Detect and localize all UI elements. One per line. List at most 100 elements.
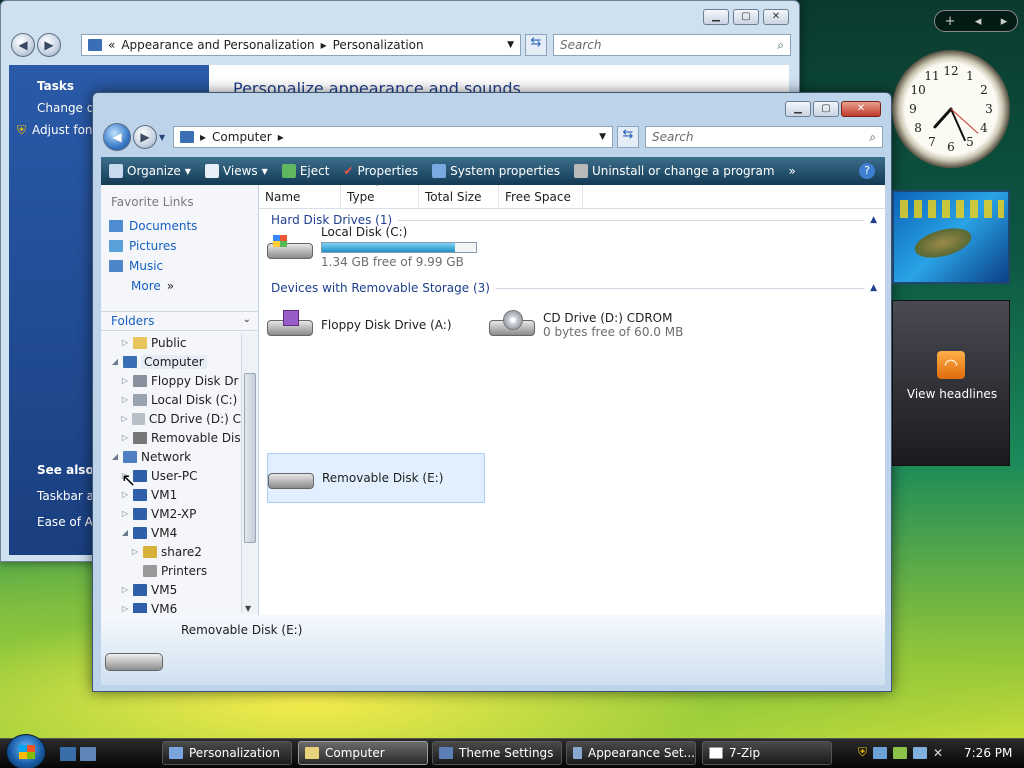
views-button[interactable]: Views ▼ [204,164,268,178]
next-icon[interactable]: ▸ [1001,14,1008,29]
expand-arrow-icon[interactable]: ▷ [121,604,129,613]
previous-icon[interactable]: ◂ [975,14,982,29]
expand-arrow-icon[interactable]: ▷ [121,414,128,423]
add-gadget-icon[interactable]: + [945,14,956,29]
switch-windows-icon[interactable] [80,747,96,761]
search-input[interactable]: Search ⌕ [553,34,791,56]
expand-arrow-icon[interactable]: ▷ [121,509,129,518]
tree-item[interactable]: ▷ share2 [101,542,241,561]
tree-item[interactable]: ▷ CD Drive (D:) C [101,409,241,428]
more-links-button[interactable]: More » [101,273,258,293]
network-tray-icon[interactable] [873,746,888,759]
drive-item-local-disk[interactable]: Local Disk (C:) 1.34 GB free of 9.99 GB [267,225,487,275]
address-segment[interactable]: Personalization [333,38,424,52]
expand-arrow-icon[interactable]: ▷ [121,376,129,385]
eject-button[interactable]: Eject [281,164,329,178]
tree-item[interactable]: ▷ Floppy Disk Dr [101,371,241,390]
address-segment[interactable]: Appearance and Personalization [121,38,314,52]
slideshow-gadget[interactable] [892,190,1010,284]
column-header-total-size[interactable]: Total Size [419,184,499,209]
address-bar[interactable]: ▸ Computer ▸ ▼ [173,126,613,148]
tree-item[interactable]: ▷ VM6 [101,599,241,613]
close-button[interactable]: ✕ [841,101,881,117]
column-header-name[interactable]: Name [259,184,341,209]
forward-button[interactable]: ▶ [133,125,157,149]
taskbar-clock[interactable]: 7:26 PM [964,746,1012,760]
drive-item-floppy[interactable]: Floppy Disk Drive (A:) [267,303,487,347]
tray-icon[interactable] [893,746,908,759]
chevron-down-icon[interactable]: ▼ [507,40,514,50]
refresh-icon[interactable]: ⇆ [617,126,639,148]
help-icon[interactable]: ? [859,163,875,179]
search-input[interactable]: Search ⌕ [645,126,883,148]
taskbar-button-appearance[interactable]: Appearance Set... [566,741,696,765]
collapse-icon[interactable]: ▲ [870,283,877,293]
start-button[interactable] [6,734,46,768]
expand-arrow-icon[interactable]: ▷ [121,490,129,499]
expand-arrow-icon[interactable]: ▷ [131,547,139,556]
folders-header[interactable]: Folders ⌄ [101,311,259,331]
tree-item[interactable]: ▷ Public [101,333,241,352]
drive-item-removable-selected[interactable]: Removable Disk (E:) [267,453,485,503]
taskbar-button-7zip[interactable]: 7-Zip [702,741,832,765]
taskbar-button-theme-settings[interactable]: Theme Settings [432,741,562,765]
shield-icon[interactable]: ⛨ [858,745,867,760]
recent-pages-icon[interactable]: ▼ [159,133,165,142]
back-button[interactable]: ◀ [11,33,35,57]
expand-arrow-icon[interactable]: ▷ [121,585,129,594]
clock-gadget[interactable]: 12 1 2 3 4 5 6 7 8 9 10 11 [892,50,1010,168]
drive-item-cdrom[interactable]: CD Drive (D:) CDROM 0 bytes free of 60.0 … [489,303,729,347]
group-header-removable[interactable]: Devices with Removable Storage (3) ▲ [271,281,877,295]
tree-item[interactable]: ▷ VM5 [101,580,241,599]
taskbar-button-personalization[interactable]: Personalization [162,741,292,765]
uninstall-button[interactable]: Uninstall or change a program [573,164,775,178]
collapse-arrow-icon[interactable]: ◢ [111,357,119,366]
organize-button[interactable]: Organize ▼ [109,164,191,178]
close-button[interactable]: ✕ [763,9,789,25]
display-tray-icon[interactable] [913,746,928,759]
collapse-arrow-icon[interactable]: ◢ [111,452,119,461]
search-icon[interactable]: ⌕ [777,38,784,53]
collapse-arrow-icon[interactable]: ◢ [121,528,129,537]
minimize-button[interactable]: ▁ [703,9,729,25]
properties-button[interactable]: ✔ Properties [343,164,418,178]
tree-item[interactable]: ◢ VM4 [101,523,241,542]
computer-window[interactable]: ▁ ▢ ✕ ◀ ▶ ▼ ▸ Computer ▸ ▼ ⇆ Search ⌕ Or… [92,92,892,692]
scrollbar-thumb[interactable] [244,373,256,543]
tree-scrollbar[interactable]: ▼ [241,333,257,613]
maximize-button[interactable]: ▢ [813,101,839,117]
clock-numeral: 5 [966,135,974,149]
taskbar-button-computer[interactable]: Computer [298,741,428,765]
address-bar[interactable]: « Appearance and Personalization ▸ Perso… [81,34,521,56]
minimize-button[interactable]: ▁ [785,101,811,117]
forward-button[interactable]: ▶ [37,33,61,57]
tree-item[interactable]: ◢ Computer [101,352,241,371]
volume-muted-icon[interactable]: ✕ [933,746,943,760]
favorite-link-documents[interactable]: Documents [101,209,258,233]
address-segment[interactable]: Computer [212,130,272,144]
tree-item[interactable]: ▷ VM2-XP [101,504,241,523]
column-header-free-space[interactable]: Free Space [499,184,583,209]
back-button[interactable]: ◀ [103,123,131,151]
search-icon[interactable]: ⌕ [869,130,876,145]
view-headlines-link[interactable]: View headlines [893,387,1011,401]
feed-headlines-gadget[interactable]: ◠ View headlines [892,300,1010,466]
maximize-button[interactable]: ▢ [733,9,759,25]
tree-item[interactable]: ▷ Local Disk (C:) [101,390,241,409]
collapse-icon[interactable]: ▲ [870,215,877,225]
refresh-icon[interactable]: ⇆ [525,34,547,56]
column-header-type[interactable]: Type ˆ [341,184,419,209]
system-properties-button[interactable]: System properties [432,164,560,178]
tree-item[interactable]: Printers [101,561,241,580]
favorite-link-pictures[interactable]: Pictures [101,233,258,253]
chevron-down-icon[interactable]: ▼ [599,132,606,142]
expand-arrow-icon[interactable]: ▷ [121,433,129,442]
expand-arrow-icon[interactable]: ▷ [121,395,129,404]
tree-item[interactable]: ◢ Network [101,447,241,466]
tree-item[interactable]: ▷ Removable Dis [101,428,241,447]
toolbar-overflow-button[interactable]: » [789,164,796,178]
expand-arrow-icon[interactable]: ▷ [121,338,129,347]
scroll-down-icon[interactable]: ▼ [245,604,251,613]
show-desktop-icon[interactable] [60,747,76,761]
favorite-link-music[interactable]: Music [101,253,258,273]
